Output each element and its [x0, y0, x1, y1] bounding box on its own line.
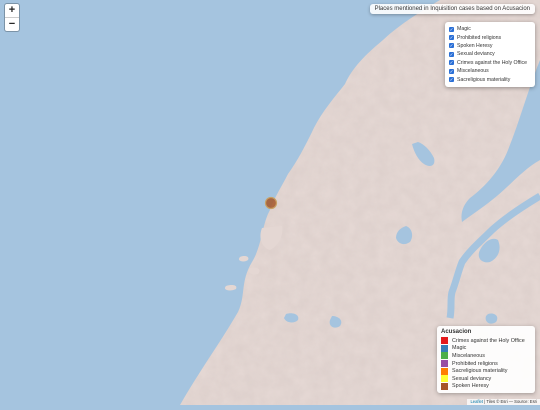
legend-swatch	[441, 352, 448, 360]
legend-item: Prohibited religions	[441, 360, 531, 368]
lake-6	[485, 313, 498, 324]
layer-item-crimes-holy-office[interactable]: ✓ Crimes against the Holy Office	[449, 59, 531, 67]
attribution-text: | Tiles © Esri — Source: Esri	[483, 399, 537, 404]
zoom-in-button[interactable]: +	[5, 4, 19, 17]
leaflet-link[interactable]: Leaflet	[470, 399, 483, 404]
layer-item-prohibited-religions[interactable]: ✓ Prohibited religions	[449, 33, 531, 41]
checkbox-icon[interactable]: ✓	[449, 51, 454, 57]
legend-label: Magic	[452, 345, 467, 352]
legend-swatch	[441, 360, 448, 368]
layer-label: Sacreligious materiality	[457, 76, 511, 83]
legend-label: Sacreligious materiality	[452, 368, 508, 375]
legend-swatch	[441, 337, 448, 345]
layer-label: Sexual deviancy	[457, 51, 495, 58]
legend-label: Spoken Heresy	[452, 383, 489, 390]
legend-item: Spoken Heresy	[441, 382, 531, 391]
legend: Acusacion Crimes against the Holy Office…	[437, 326, 535, 394]
legend-swatch	[441, 367, 448, 375]
layer-label: Crimes against the Holy Office	[457, 59, 527, 66]
attribution: Leaflet | Tiles © Esri — Source: Esri	[467, 399, 540, 405]
checkbox-icon[interactable]: ✓	[449, 43, 454, 49]
layer-item-miscelaneous[interactable]: ✓ Miscelaneous	[449, 67, 531, 75]
legend-item: Sacreligious materiality	[441, 367, 531, 375]
layer-label: Prohibited religions	[457, 34, 502, 41]
legend-swatch	[441, 344, 448, 352]
layer-item-sexual-deviancy[interactable]: ✓ Sexual deviancy	[449, 50, 531, 58]
legend-label: Miscelaneous	[452, 352, 485, 359]
legend-item: Crimes against the Holy Office	[441, 337, 531, 345]
legend-title: Acusacion	[441, 329, 472, 335]
zoom-out-button[interactable]: −	[5, 17, 19, 31]
place-marker[interactable]	[264, 196, 278, 210]
layer-control: ✓ Magic ✓ Prohibited religions ✓ Spoken Her…	[445, 22, 535, 87]
checkbox-icon[interactable]: ✓	[449, 77, 454, 83]
checkbox-icon[interactable]: ✓	[449, 68, 454, 74]
legend-label: Crimes against the Holy Office	[452, 337, 525, 344]
legend-label: Prohibited religions	[452, 360, 498, 367]
layer-label: Magic	[457, 26, 471, 33]
legend-item: Sexual deviancy	[441, 375, 531, 383]
checkbox-icon[interactable]: ✓	[449, 35, 454, 41]
checkbox-icon[interactable]: ✓	[449, 60, 454, 66]
legend-label: Sexual deviancy	[452, 375, 492, 382]
checkbox-icon[interactable]: ✓	[449, 26, 454, 32]
legend-item: Magic	[441, 344, 531, 353]
legend-item: Miscelaneous	[441, 352, 531, 360]
map-title: Places mentioned in Inquisition cases ba…	[369, 4, 535, 14]
legend-swatch	[441, 382, 448, 390]
layer-item-spoken-heresy[interactable]: ✓ Spoken Heresy	[449, 42, 531, 50]
zoom-control: + −	[5, 4, 19, 31]
layer-label: Miscelaneous	[457, 68, 489, 75]
layer-item-magic[interactable]: ✓ Magic	[449, 25, 531, 33]
layer-label: Spoken Heresy	[457, 42, 493, 49]
layer-item-sacreligious-materiality[interactable]: ✓ Sacreligious materiality	[449, 75, 531, 83]
legend-swatch	[441, 375, 448, 383]
